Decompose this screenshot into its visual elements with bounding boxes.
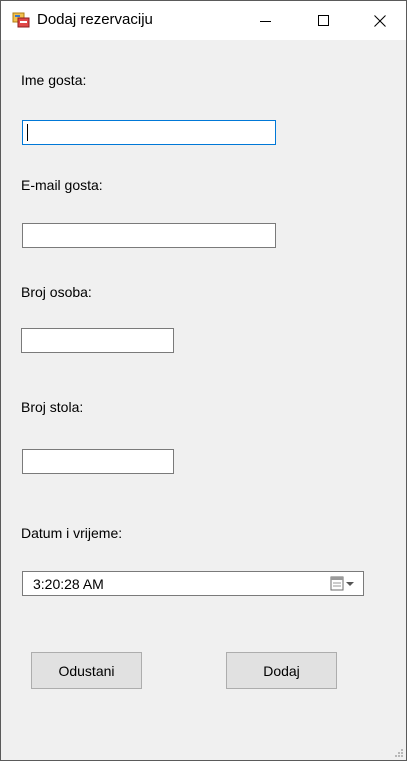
table-number-label: Broj stola: [21, 399, 84, 415]
guest-email-input[interactable] [22, 223, 276, 248]
datetime-value: 3:20:28 AM [33, 576, 104, 592]
text-caret [27, 124, 28, 141]
person-count-label: Broj osoba: [21, 284, 92, 300]
minimize-button[interactable] [237, 1, 295, 40]
datetime-label: Datum i vrijeme: [21, 525, 123, 541]
close-button[interactable] [351, 1, 407, 40]
calendar-dropdown-icon[interactable] [330, 576, 356, 592]
window-title: Dodaj rezervaciju [37, 11, 153, 28]
form-window-icon [12, 12, 30, 28]
maximize-button[interactable] [295, 1, 353, 40]
table-number-input[interactable] [22, 449, 174, 474]
guest-name-label: Ime gosta: [21, 72, 87, 88]
maximize-icon [318, 14, 329, 26]
dialog-window: Dodaj rezervaciju Ime gosta: E-mail gost… [0, 0, 407, 761]
guest-name-input[interactable] [22, 120, 276, 145]
resize-grip-icon[interactable] [394, 748, 404, 758]
guest-email-label: E-mail gosta: [21, 177, 103, 193]
close-icon [374, 14, 386, 27]
datetime-picker[interactable]: 3:20:28 AM [22, 571, 364, 596]
cancel-button[interactable]: Odustani [31, 652, 142, 689]
minimize-icon [260, 20, 271, 22]
person-count-input[interactable] [21, 328, 174, 353]
add-button[interactable]: Dodaj [226, 652, 337, 689]
title-bar[interactable]: Dodaj rezervaciju [1, 1, 406, 40]
